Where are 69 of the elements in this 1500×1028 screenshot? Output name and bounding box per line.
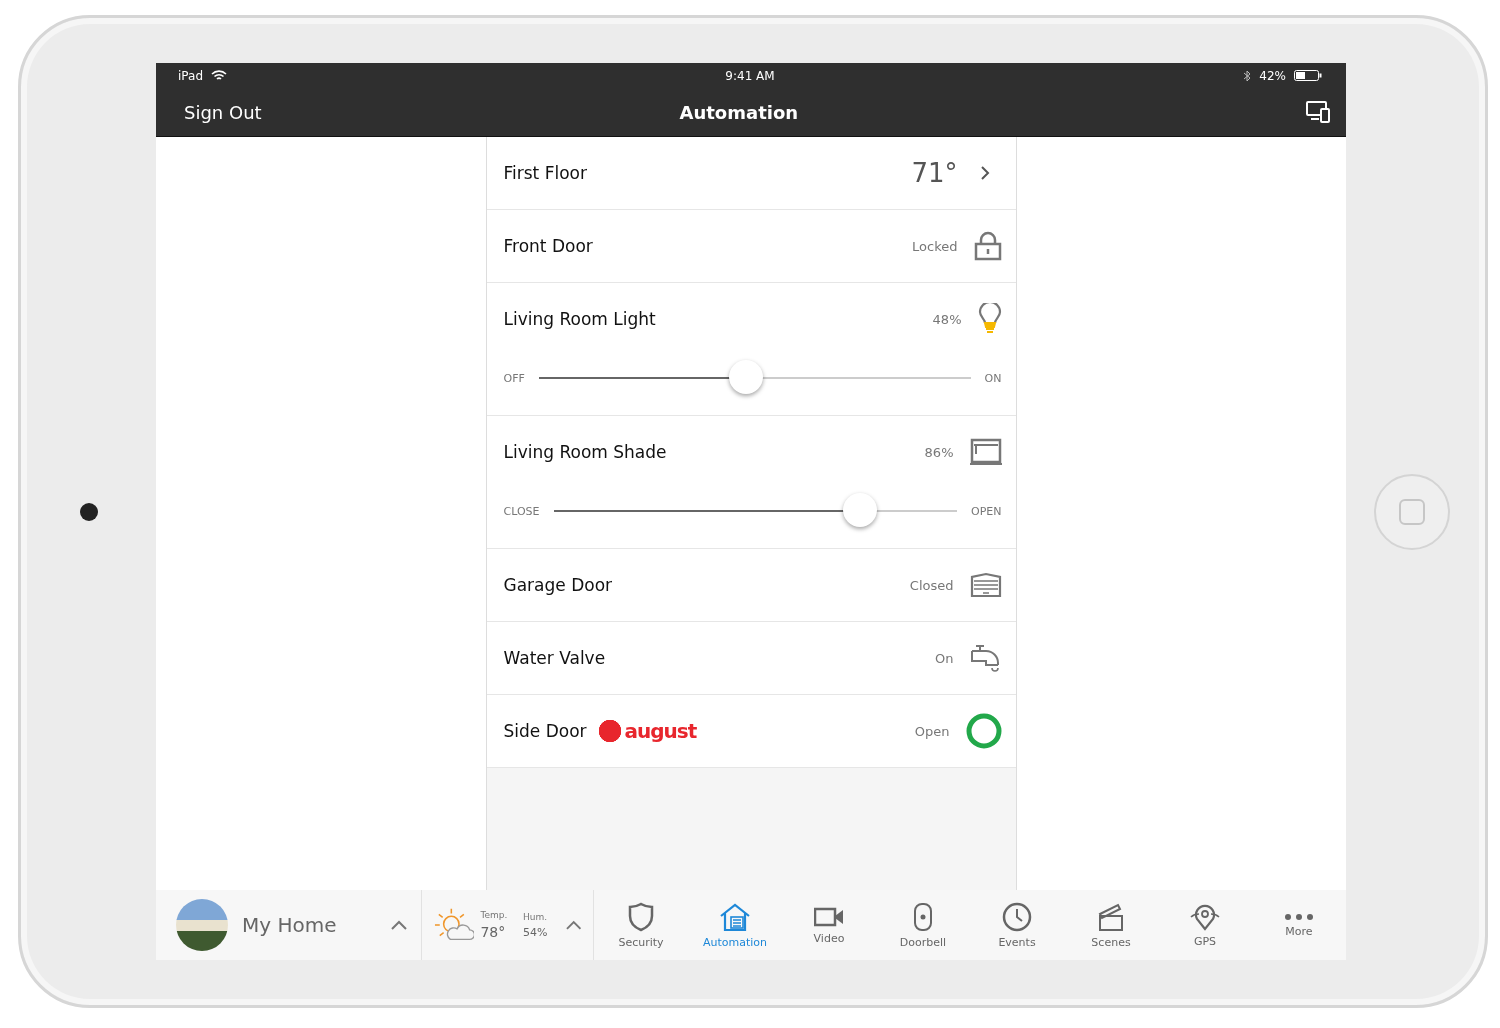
device-name: First Floor (503, 163, 587, 183)
caret-up-icon[interactable] (565, 920, 581, 930)
clock-icon (1002, 901, 1032, 932)
humidity-label: Hum. (523, 911, 549, 922)
device-row[interactable]: First Floor 71° (486, 137, 1016, 210)
tab[interactable]: Security (594, 890, 688, 960)
tab[interactable]: Video (782, 890, 876, 960)
chevron-right-icon (979, 165, 990, 181)
device-row[interactable]: Living Room Shade 86% CLOSE OPEN (486, 416, 1016, 549)
tab[interactable]: GPS (1158, 890, 1252, 960)
slider-thumb[interactable] (843, 493, 878, 527)
tab[interactable]: Doorbell (876, 890, 970, 960)
humidity-value: 54% (523, 925, 549, 939)
devices-icon[interactable] (1306, 101, 1330, 123)
window-shade-icon (969, 438, 1002, 466)
device-status: 86% (924, 444, 954, 460)
device-status: 71° (911, 158, 958, 188)
device-name: Living Room Light (503, 309, 656, 329)
temperature-label: Temp. (480, 910, 509, 920)
house-icon (719, 901, 751, 932)
device-row[interactable]: Side Door august Open (486, 695, 1016, 768)
camera-dot (79, 502, 98, 521)
slider-max-label: ON (984, 371, 1002, 385)
slider-min-label: CLOSE (503, 504, 540, 518)
device-name: Living Room Shade (503, 442, 667, 462)
slider-min-label: OFF (503, 371, 525, 385)
device-row[interactable]: Living Room Light 48% OFF ON (486, 283, 1016, 416)
faucet-icon (969, 643, 1002, 673)
device-name: Garage Door (503, 575, 613, 595)
device-status: 48% (932, 311, 962, 327)
slider-thumb[interactable] (729, 360, 764, 394)
light-bulb-icon (977, 303, 1002, 335)
wifi-icon (211, 70, 227, 81)
sign-out-button[interactable]: Sign Out (174, 97, 272, 127)
video-camera-icon (814, 905, 844, 928)
more-dots-icon (1284, 912, 1314, 921)
device-row[interactable]: Garage Door Closed (486, 549, 1016, 622)
device-row[interactable]: Front Door Locked (486, 210, 1016, 283)
device-status: Locked (912, 238, 958, 254)
battery-percent: 42% (1259, 68, 1286, 83)
ring-icon (965, 713, 1002, 749)
brand-logo: august (598, 719, 697, 743)
device-status: Closed (909, 577, 954, 593)
tab[interactable]: Automation (688, 890, 782, 960)
page-title: Automation (679, 101, 799, 123)
padlock-icon (973, 231, 1002, 261)
shield-icon (627, 901, 655, 932)
device-status: On (935, 650, 954, 666)
doorbell-icon (913, 901, 933, 932)
bluetooth-icon (1243, 69, 1252, 82)
battery-icon (1294, 70, 1322, 81)
house-photo-placeholder (176, 899, 228, 951)
device-row[interactable]: Water Valve On (486, 622, 1016, 695)
garage-door-icon (969, 572, 1002, 598)
device-name: iPad (178, 68, 203, 83)
tab[interactable]: Scenes (1064, 890, 1158, 960)
home-name[interactable]: My Home (242, 913, 377, 937)
device-name: Water Valve (503, 648, 606, 668)
tab[interactable]: More (1252, 890, 1346, 960)
location-pin-icon (1189, 902, 1221, 931)
clapperboard-icon (1098, 901, 1124, 932)
slider-max-label: OPEN (971, 504, 1002, 518)
device-name: Side Door (503, 721, 587, 741)
device-status: Open (914, 723, 950, 739)
temperature-value: 78° (480, 924, 507, 940)
caret-up-icon[interactable] (391, 920, 407, 930)
status-time: 9:41 AM (725, 68, 775, 83)
device-name: Front Door (503, 236, 593, 256)
tab[interactable]: Events (970, 890, 1064, 960)
